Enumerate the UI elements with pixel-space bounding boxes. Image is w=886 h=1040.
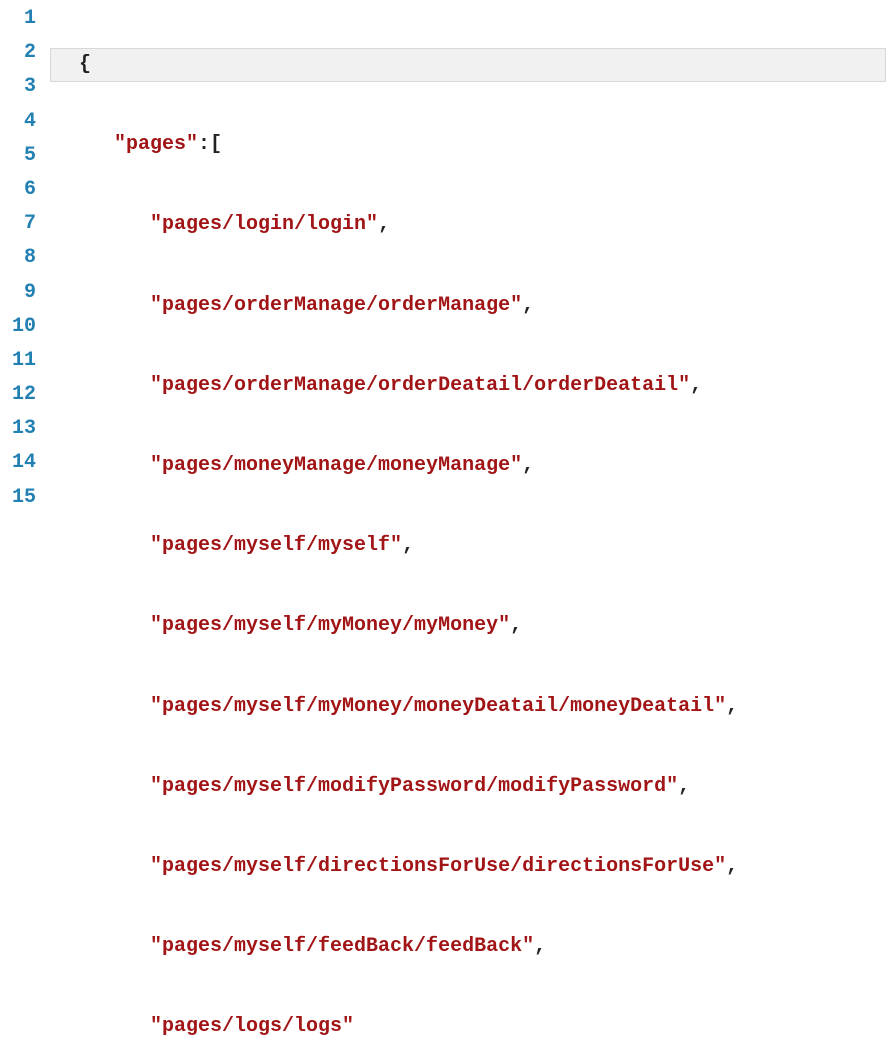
code-line[interactable]: "pages/myself/myself",: [78, 529, 886, 563]
code-line[interactable]: "pages/logs/logs": [78, 1010, 886, 1040]
line-number: 1: [0, 2, 36, 36]
json-string: "pages/myself/myMoney/myMoney": [150, 614, 510, 637]
line-number: 3: [0, 70, 36, 104]
line-number: 12: [0, 378, 36, 412]
code-line[interactable]: "pages/orderManage/orderDeatail/orderDea…: [78, 369, 886, 403]
comma: ,: [534, 935, 546, 958]
line-number: 10: [0, 310, 36, 344]
code-line[interactable]: "pages/myself/modifyPassword/modifyPassw…: [78, 770, 886, 804]
line-number: 4: [0, 105, 36, 139]
code-line[interactable]: "pages/orderManage/orderManage",: [78, 289, 886, 323]
code-line[interactable]: "pages":[: [78, 128, 886, 162]
line-number: 5: [0, 139, 36, 173]
json-string: "pages/moneyManage/moneyManage": [150, 454, 522, 477]
json-string: "pages/login/login": [150, 213, 378, 236]
code-line[interactable]: "pages/myself/myMoney/myMoney",: [78, 609, 886, 643]
line-number: 2: [0, 36, 36, 70]
line-number: 15: [0, 481, 36, 515]
comma: ,: [690, 374, 702, 397]
code-line[interactable]: {: [50, 48, 886, 82]
json-string: "pages/orderManage/orderManage": [150, 294, 522, 317]
code-line[interactable]: "pages/login/login",: [78, 208, 886, 242]
json-string: "pages/logs/logs": [150, 1015, 354, 1038]
comma: ,: [522, 454, 534, 477]
json-string: "pages/myself/directionsForUse/direction…: [150, 855, 726, 878]
line-number: 7: [0, 207, 36, 241]
line-number: 6: [0, 173, 36, 207]
comma: ,: [726, 695, 738, 718]
line-number: 11: [0, 344, 36, 378]
bracket-open: [: [210, 133, 222, 156]
colon: :: [198, 133, 210, 156]
brace-open: {: [79, 53, 91, 76]
code-line[interactable]: "pages/myself/feedBack/feedBack",: [78, 930, 886, 964]
comma: ,: [678, 775, 690, 798]
json-string: "pages/myself/myMoney/moneyDeatail/money…: [150, 695, 726, 718]
comma: ,: [522, 294, 534, 317]
line-number: 13: [0, 412, 36, 446]
json-key: "pages": [114, 133, 198, 156]
json-string: "pages/myself/feedBack/feedBack": [150, 935, 534, 958]
code-line[interactable]: "pages/moneyManage/moneyManage",: [78, 449, 886, 483]
line-number: 14: [0, 446, 36, 480]
line-number-gutter: 1 2 3 4 5 6 7 8 9 10 11 12 13 14 15: [0, 0, 50, 520]
code-line[interactable]: "pages/myself/myMoney/moneyDeatail/money…: [78, 690, 886, 724]
comma: ,: [378, 213, 390, 236]
line-number: 9: [0, 276, 36, 310]
json-string: "pages/orderManage/orderDeatail/orderDea…: [150, 374, 690, 397]
code-editor[interactable]: 1 2 3 4 5 6 7 8 9 10 11 12 13 14 15 { "p…: [0, 0, 886, 520]
comma: ,: [510, 614, 522, 637]
line-number: 8: [0, 241, 36, 275]
json-string: "pages/myself/myself": [150, 534, 402, 557]
code-area[interactable]: { "pages":[ "pages/login/login", "pages/…: [50, 0, 886, 520]
comma: ,: [402, 534, 414, 557]
comma: ,: [726, 855, 738, 878]
code-line[interactable]: "pages/myself/directionsForUse/direction…: [78, 850, 886, 884]
json-string: "pages/myself/modifyPassword/modifyPassw…: [150, 775, 678, 798]
